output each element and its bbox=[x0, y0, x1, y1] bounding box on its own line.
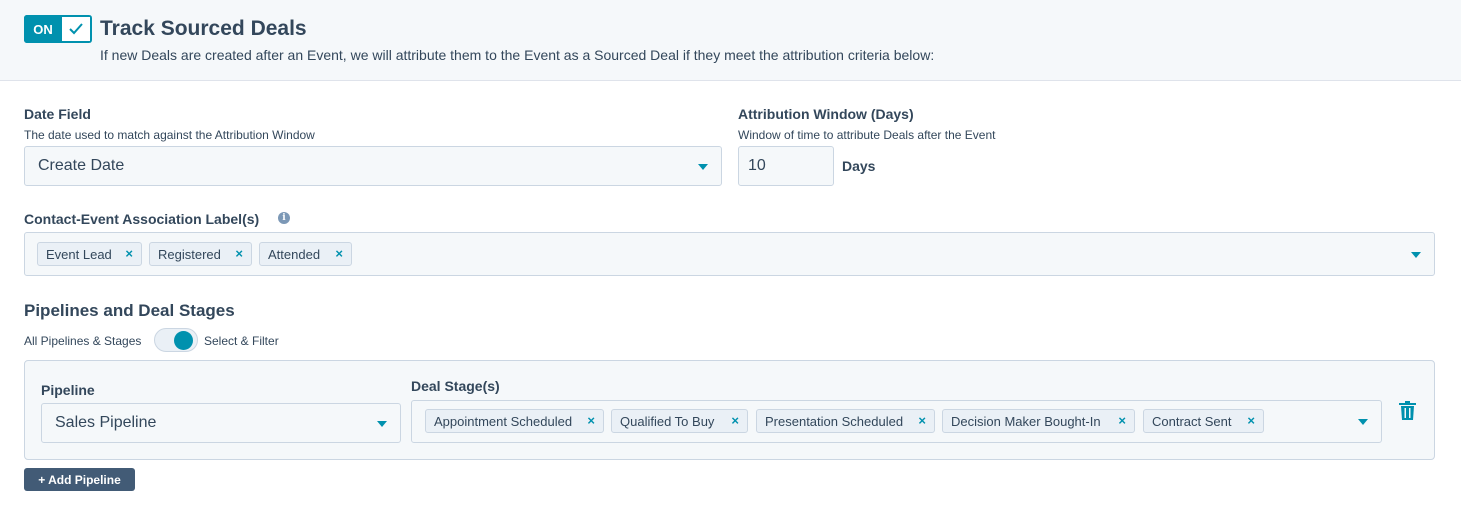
tag-label: Appointment Scheduled bbox=[434, 413, 573, 429]
track-sourced-deals-toggle[interactable]: ON bbox=[24, 15, 92, 43]
tag-label: Presentation Scheduled bbox=[765, 413, 904, 429]
remove-tag-icon[interactable]: × bbox=[1118, 413, 1126, 428]
trash-icon[interactable] bbox=[1399, 401, 1416, 420]
chevron-down-icon bbox=[698, 164, 708, 170]
switch-left-label: All Pipelines & Stages bbox=[24, 334, 142, 348]
association-labels-select[interactable]: Event Lead × Registered × Attended × bbox=[24, 232, 1435, 276]
tag-contract-sent: Contract Sent × bbox=[1143, 409, 1264, 433]
header-description: If new Deals are created after an Event,… bbox=[100, 47, 935, 63]
remove-tag-icon[interactable]: × bbox=[235, 246, 243, 261]
pipelines-section-title: Pipelines and Deal Stages bbox=[24, 301, 235, 320]
pipeline-label: Pipeline bbox=[41, 382, 95, 398]
pipeline-select[interactable]: Sales Pipeline bbox=[41, 403, 401, 443]
tag-qualified-to-buy: Qualified To Buy × bbox=[611, 409, 748, 433]
chevron-down-icon bbox=[1358, 419, 1368, 425]
remove-tag-icon[interactable]: × bbox=[1247, 413, 1255, 428]
remove-tag-icon[interactable]: × bbox=[587, 413, 595, 428]
chevron-down-icon bbox=[1411, 252, 1421, 258]
tag-attended: Attended × bbox=[259, 242, 352, 266]
info-icon[interactable]: i bbox=[278, 212, 290, 224]
date-field-help: The date used to match against the Attri… bbox=[24, 128, 315, 142]
tag-registered: Registered × bbox=[149, 242, 252, 266]
tag-label: Qualified To Buy bbox=[620, 413, 715, 429]
date-field-label: Date Field bbox=[24, 106, 91, 122]
tag-label: Event Lead bbox=[46, 246, 112, 262]
toggle-on-label: ON bbox=[24, 15, 62, 43]
tag-event-lead: Event Lead × bbox=[37, 242, 142, 266]
add-pipeline-button[interactable]: + Add Pipeline bbox=[24, 468, 135, 491]
tag-decision-maker-bought-in: Decision Maker Bought-In × bbox=[942, 409, 1135, 433]
tag-appointment-scheduled: Appointment Scheduled × bbox=[425, 409, 604, 433]
association-labels-label: Contact-Event Association Label(s) bbox=[24, 211, 260, 227]
attribution-window-help: Window of time to attribute Deals after … bbox=[738, 128, 996, 142]
chevron-down-icon bbox=[377, 421, 387, 427]
date-field-select[interactable]: Create Date bbox=[24, 146, 722, 186]
tag-presentation-scheduled: Presentation Scheduled × bbox=[756, 409, 935, 433]
deal-stages-select[interactable]: Appointment Scheduled × Qualified To Buy… bbox=[411, 400, 1382, 443]
switch-knob bbox=[174, 331, 193, 350]
pipelines-filter-switch[interactable] bbox=[154, 328, 198, 352]
remove-tag-icon[interactable]: × bbox=[731, 413, 739, 428]
attribution-window-label: Attribution Window (Days) bbox=[738, 106, 914, 122]
tag-label: Decision Maker Bought-In bbox=[951, 413, 1101, 429]
tag-label: Contract Sent bbox=[1152, 413, 1232, 429]
pipeline-value: Sales Pipeline bbox=[55, 414, 157, 431]
switch-right-label: Select & Filter bbox=[204, 334, 279, 348]
remove-tag-icon[interactable]: × bbox=[125, 246, 133, 261]
header-title: Track Sourced Deals bbox=[100, 17, 307, 40]
header-banner: ON Track Sourced Deals If new Deals are … bbox=[0, 0, 1461, 81]
date-field-value: Create Date bbox=[38, 157, 125, 174]
days-unit-label: Days bbox=[842, 158, 876, 174]
attribution-window-value: 10 bbox=[748, 157, 766, 174]
checkmark-icon bbox=[62, 15, 92, 43]
remove-tag-icon[interactable]: × bbox=[918, 413, 926, 428]
tag-label: Attended bbox=[268, 246, 321, 262]
remove-tag-icon[interactable]: × bbox=[335, 246, 343, 261]
tag-label: Registered bbox=[158, 246, 221, 262]
attribution-window-input[interactable]: 10 bbox=[738, 146, 834, 186]
deal-stages-label: Deal Stage(s) bbox=[411, 378, 500, 394]
